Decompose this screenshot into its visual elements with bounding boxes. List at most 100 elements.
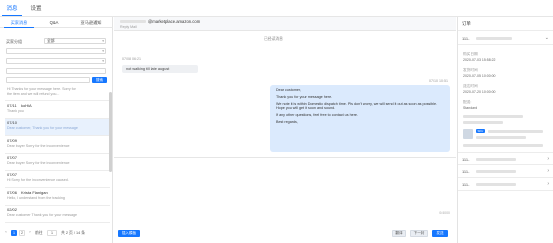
message-date: 07/11 [7,102,17,108]
reply-line: Thank you for your message here. [276,94,333,99]
buyer-name: Krista Flanigan [21,189,48,195]
message-preview: Hi Thanks for your message here. Sorry f… [7,86,76,91]
send-button[interactable]: 发送 [432,230,448,237]
message-time-in: 07/08 06:21 [122,57,141,61]
status-filter-select[interactable]: ▾ [6,58,106,64]
chevron-down-icon: ⌄ [544,35,549,41]
keyword-filter-input[interactable] [6,68,106,74]
insert-template-button[interactable]: 插入模板 [118,230,140,237]
read-status-note: 已经读消息 [264,37,283,41]
group-filter-select[interactable]: 全部 ▾ [44,38,106,44]
order-id: 111- [462,169,470,174]
message-preview: Dear buyer Sorry for the inconvenience [7,161,70,166]
pagination: ‹ 1 2 › 前往 1 共 2 页 / 14 条 [3,229,111,237]
message-list: Hi Thanks for your message here. Sorry f… [5,84,110,243]
message-preview: Dear customer Thank you for your message [7,213,78,218]
buyer-email: @marketplace.amazon.com [148,19,201,24]
message-preview: Dear customer, Thank you for your messag… [7,126,78,131]
char-counter: 0/4000 [439,211,450,215]
field-label: 购买日期 [463,52,478,56]
list-item[interactable]: 02/02 Dear customer Thank you for your m… [5,206,110,224]
message-preview: Dear buyer Sorry for the inconvenience [7,143,70,148]
search-button[interactable]: 搜索 [92,77,107,83]
reply-line: Best regards, [276,120,298,125]
message-preview: Hello, I understand from the tracking [7,195,65,200]
reply-line: We note it is within Domestic dispatch t… [276,101,438,111]
reply-line: Dear customer, [276,88,302,92]
goto-page-input[interactable]: 1 [47,230,57,236]
translate-button[interactable]: 翻译 [392,230,406,237]
message-date: 07/10 [7,120,18,126]
goto-label: 前往 [35,231,43,235]
list-scrollbar[interactable] [109,92,112,172]
chevron-right-icon: › [547,168,549,174]
list-item[interactable]: 07/09 Dear buyer Sorry for the inconveni… [5,136,110,154]
redacted-info [463,121,503,124]
reply-mail-label: Reply Mail [120,25,137,29]
order-panel-title: 订单 [462,21,471,26]
order-id: 111- [462,157,470,162]
next-page-button[interactable]: › [27,230,33,236]
top-tab-bar: 消息 设置 [0,0,553,17]
message-list-panel: 买家消息 Q&A 亚马逊通知 买家分组 全部 ▾ ▾ ▾ 搜索 Hi Thank… [0,17,113,243]
message-date: 07/07 [7,155,18,161]
pager-total: 共 2 页 / 14 条 [61,231,86,235]
message-date: 07/07 [7,172,18,178]
order-row[interactable]: 111- ⌄ [458,32,553,45]
redacted-product-info [476,136,526,139]
buyer-name: koHiA [21,102,32,108]
seller-reply-bubble: Dear customer, Thank you for your messag… [270,85,450,152]
sku-tag: SKU [476,129,485,133]
list-item[interactable]: 07/07 Dear buyer Sorry for the inconveni… [5,154,110,171]
list-item[interactable]: 07/07 Hi Sorry for the inconvenience cau… [5,171,110,189]
field-value: Standard [463,106,478,110]
order-panel: 订单 111- ⌄ 购买日期 2020-07-03 15:58:22 发货时间 … [457,17,553,243]
order-row[interactable]: 111- › [458,178,553,191]
group-filter-label: 买家分组 [6,39,22,44]
message-date: 07/06 [7,189,18,195]
message-time-out: 07/10 10:51 [429,79,448,83]
next-message-button[interactable]: 下一封 [410,230,428,237]
tab-qa[interactable]: Q&A [42,17,66,28]
message-type-tabs: 买家消息 Q&A 亚马逊通知 [0,17,113,28]
message-date: 02/02 [7,207,18,213]
tab-buyer-messages[interactable]: 买家消息 [4,17,34,28]
buyer-message-bubble: not walking till late august [122,65,198,73]
redacted-order-number [476,170,516,173]
list-item-selected[interactable]: 07/10 Dear customer, Thank you for your … [5,118,110,137]
conversation-header: @marketplace.amazon.com Reply Mail [114,17,456,31]
tab-settings[interactable]: 设置 [26,2,46,16]
field-value: 2020-07-05 10:00:00 [463,74,496,78]
field-label: 发货时间 [463,68,478,72]
tab-amazon-notices[interactable]: 亚马逊通知 [74,17,108,28]
order-row[interactable]: 111- › [458,152,553,165]
message-preview: the item and we will refund you... [7,91,60,96]
redacted-info [463,115,523,118]
conversation-panel: @marketplace.amazon.com Reply Mail 已经读消息… [114,17,456,243]
order-id: 111- [462,182,470,187]
redacted-order-number [476,158,516,161]
list-item[interactable]: 07/11 koHiA Thank you [5,101,110,119]
redacted-order-number [476,183,516,186]
list-item[interactable]: Hi Thanks for your message here. Sorry f… [5,84,110,102]
page-2-button[interactable]: 2 [19,230,25,236]
order-row[interactable]: 111- › [458,165,553,178]
page-1-button[interactable]: 1 [11,230,17,236]
field-label: 送达时间 [463,84,478,88]
buyer-search-input[interactable] [6,77,90,83]
reply-compose-area[interactable]: 0/4000 插入模板 翻译 下一封 发送 [114,157,456,243]
redacted-product-info [463,144,543,147]
divider [458,30,553,31]
redacted-product-title [488,129,543,133]
prev-page-button[interactable]: ‹ [3,230,9,236]
field-value: 2020-07-03 15:58:22 [463,58,496,62]
chevron-down-icon: ▾ [102,39,104,43]
message-date: 07/09 [7,137,18,143]
message-preview: Thank you [7,108,24,113]
field-value: 2020-07-20 10:00:00 [463,90,496,94]
redacted-email-user [120,20,146,23]
site-filter-select[interactable]: ▾ [6,48,106,54]
tab-messages[interactable]: 消息 [2,2,22,16]
list-item[interactable]: 07/06 Krista Flanigan Hello, I understand… [5,188,110,206]
product-image [463,129,473,139]
